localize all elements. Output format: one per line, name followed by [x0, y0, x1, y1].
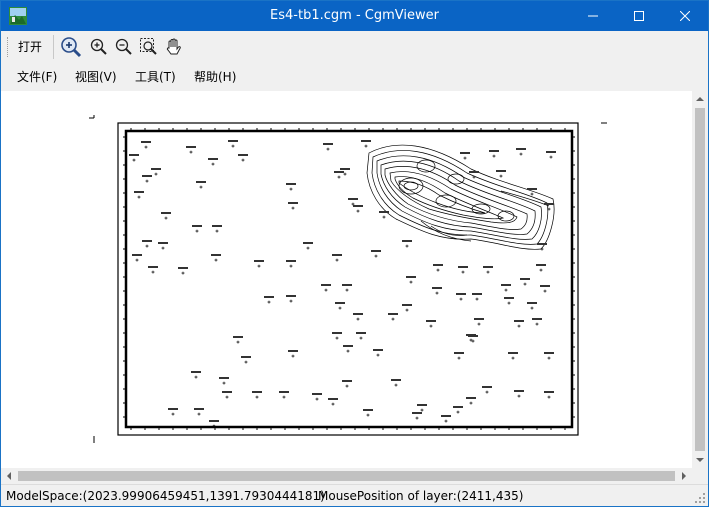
- cgm-drawing: [89, 115, 607, 443]
- toolbar-grip[interactable]: [7, 37, 9, 57]
- scroll-up-arrow-icon[interactable]: [692, 91, 708, 107]
- minimize-icon: [588, 15, 598, 17]
- scroll-down-arrow-icon[interactable]: [692, 452, 708, 468]
- zoom-extent-button[interactable]: [137, 35, 161, 59]
- close-button[interactable]: [662, 1, 708, 31]
- menu-bar: 文件(F) 视图(V) 工具(T) 帮助(H): [1, 63, 708, 91]
- scroll-left-arrow-icon[interactable]: [1, 468, 17, 484]
- menu-tools[interactable]: 工具(T): [135, 63, 176, 91]
- maximize-icon: [634, 11, 644, 21]
- zoom-extent-icon: [140, 38, 157, 55]
- menu-help[interactable]: 帮助(H): [194, 63, 236, 91]
- toolbar: 打开: [1, 31, 708, 63]
- resize-grip-icon[interactable]: [694, 492, 706, 504]
- zoom-in-area-icon: [61, 37, 82, 58]
- zoom-out-icon: [115, 38, 132, 55]
- toolbar-separator: [53, 35, 54, 59]
- drawing-canvas[interactable]: [1, 91, 692, 468]
- zoom-area-button[interactable]: [59, 35, 83, 59]
- pan-hand-icon: [166, 38, 181, 55]
- horizontal-scroll-thumb[interactable]: [18, 471, 675, 481]
- zoom-out-button[interactable]: [112, 35, 136, 59]
- scrollbar-corner: [692, 468, 708, 484]
- vertical-scrollbar[interactable]: [692, 91, 708, 468]
- zoom-in-button[interactable]: [87, 35, 111, 59]
- maximize-button[interactable]: [616, 1, 662, 31]
- pan-button[interactable]: [162, 35, 186, 59]
- menu-file[interactable]: 文件(F): [17, 63, 57, 91]
- app-window: Es4-tb1.cgm - CgmViewer 打开 文件(F) 视图(V) 工…: [0, 0, 709, 507]
- mouse-position-readout: MousePosition of layer:(2411,435): [318, 489, 524, 503]
- title-bar: Es4-tb1.cgm - CgmViewer: [1, 1, 708, 31]
- open-button[interactable]: 打开: [13, 35, 47, 59]
- close-icon: [680, 11, 690, 21]
- minimize-button[interactable]: [570, 1, 616, 31]
- status-bar: ModelSpace:(2023.99906459451,1391.793044…: [1, 484, 708, 506]
- scroll-right-arrow-icon[interactable]: [676, 468, 692, 484]
- zoom-in-icon: [90, 38, 107, 55]
- vertical-scroll-thumb[interactable]: [695, 108, 705, 451]
- horizontal-scrollbar[interactable]: [1, 468, 692, 484]
- menu-view[interactable]: 视图(V): [75, 63, 117, 91]
- model-space-readout: ModelSpace:(2023.99906459451,1391.793044…: [6, 489, 325, 503]
